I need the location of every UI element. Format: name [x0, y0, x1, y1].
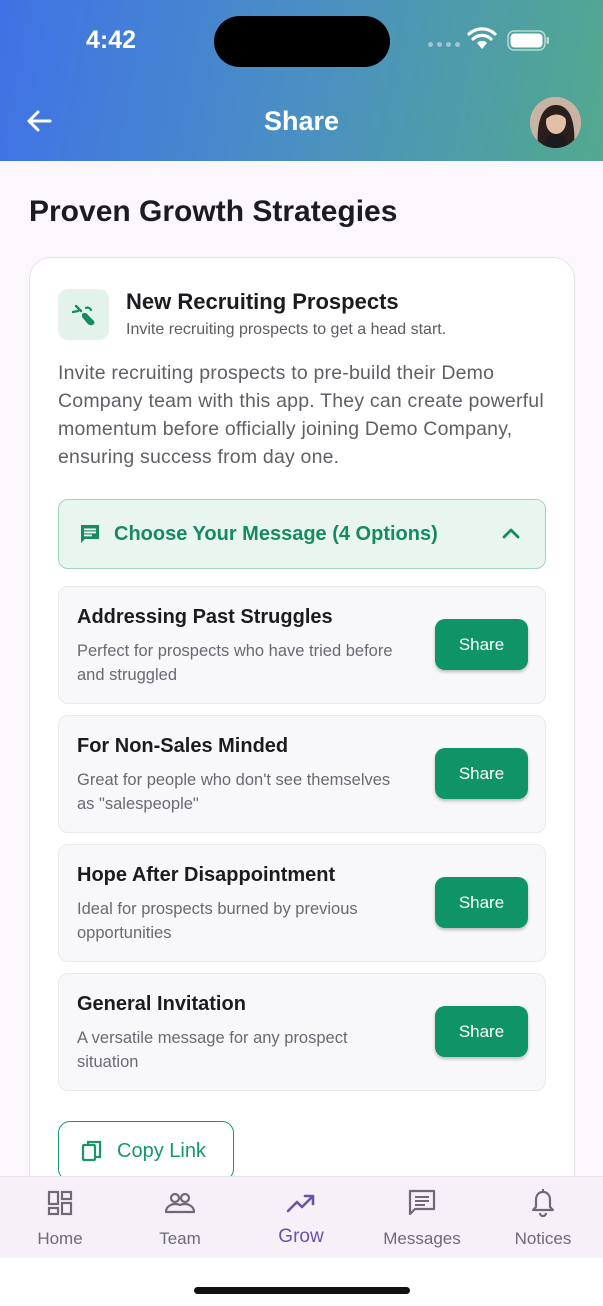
option-description: Ideal for prospects burned by previous o…	[77, 900, 358, 942]
card-subtitle: Invite recruiting prospects to get a hea…	[126, 321, 447, 338]
nav-home[interactable]: Home	[0, 1177, 120, 1259]
chooser-label: Choose Your Message (4 Options)	[114, 523, 438, 545]
option-description: A versatile message for any prospect sit…	[77, 1029, 348, 1071]
home-indicator	[194, 1287, 410, 1294]
message-option: General Invitation A versatile message f…	[58, 973, 546, 1091]
option-description: Perfect for prospects who have tried bef…	[77, 642, 393, 684]
team-icon	[164, 1192, 196, 1214]
copy-link-label: Copy Link	[117, 1140, 206, 1162]
avatar[interactable]	[530, 97, 581, 148]
share-button[interactable]: Share	[435, 1006, 528, 1057]
option-title: Addressing Past Struggles	[77, 606, 333, 628]
message-icon	[81, 525, 99, 543]
share-button[interactable]: Share	[435, 877, 528, 928]
status-time: 4:42	[86, 26, 137, 54]
nav-team[interactable]: Team	[120, 1177, 240, 1259]
battery-icon	[507, 30, 549, 51]
nav-label: Grow	[278, 1226, 324, 1247]
trending-up-icon	[286, 1194, 315, 1213]
share-button[interactable]: Share	[435, 619, 528, 670]
chevron-up-icon	[502, 528, 520, 539]
bottom-nav: Home Team Grow Messages Notices	[0, 1176, 603, 1258]
app-header: 4:42 Share	[0, 0, 603, 161]
recruit-icon	[58, 289, 109, 340]
option-title: Hope After Disappointment	[77, 864, 336, 886]
message-option: Hope After Disappointment Ideal for pros…	[58, 844, 546, 962]
wifi-icon	[467, 27, 497, 49]
option-title: General Invitation	[77, 993, 246, 1015]
message-option: For Non-Sales Minded Great for people wh…	[58, 715, 546, 833]
card-title: New Recruiting Prospects	[126, 289, 399, 314]
home-bar-area	[0, 1258, 603, 1306]
dashboard-icon	[47, 1190, 73, 1216]
copy-icon	[81, 1140, 102, 1162]
copy-link-button[interactable]: Copy Link	[58, 1121, 234, 1181]
option-description: Great for people who don't see themselve…	[77, 771, 391, 813]
nav-grow[interactable]: Grow	[241, 1177, 361, 1259]
dynamic-island	[214, 16, 390, 67]
message-option: Addressing Past Struggles Perfect for pr…	[58, 586, 546, 704]
header-title: Share	[263, 106, 340, 136]
strategy-card: New Recruiting Prospects Invite recruiti…	[29, 257, 575, 1257]
nav-label: Home	[37, 1229, 83, 1248]
nav-label: Team	[159, 1229, 201, 1248]
nav-messages[interactable]: Messages	[362, 1177, 482, 1259]
message-icon	[408, 1189, 436, 1216]
option-title: For Non-Sales Minded	[77, 735, 289, 757]
message-chooser-toggle[interactable]: Choose Your Message (4 Options)	[58, 499, 546, 569]
share-button[interactable]: Share	[435, 748, 528, 799]
cellular-signal-icon	[428, 42, 460, 47]
nav-notices[interactable]: Notices	[483, 1177, 603, 1259]
nav-label: Notices	[514, 1229, 572, 1248]
card-description: Invite recruiting prospects to pre-build…	[58, 362, 544, 468]
page-title: Proven Growth Strategies	[29, 195, 398, 228]
nav-label: Messages	[383, 1229, 461, 1248]
bell-icon	[531, 1189, 555, 1218]
